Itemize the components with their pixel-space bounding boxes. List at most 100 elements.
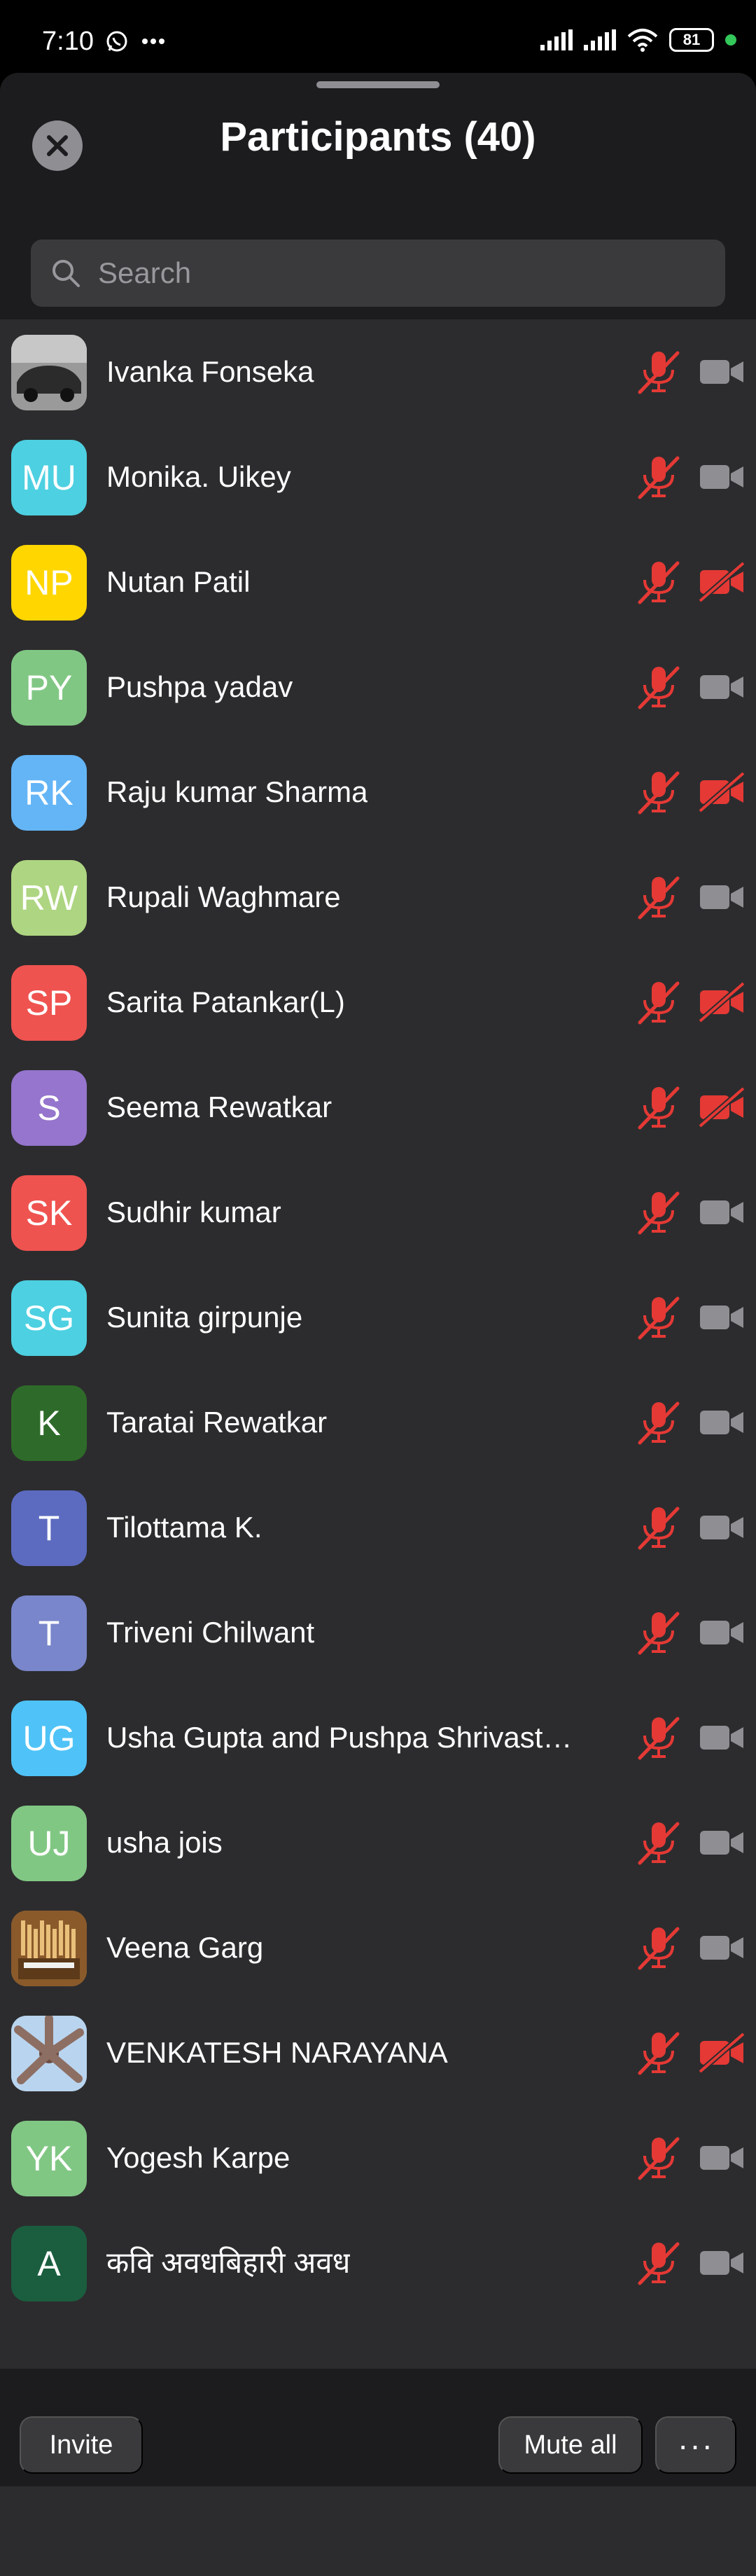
mic-muted-icon[interactable] <box>634 1188 683 1237</box>
search-bar[interactable] <box>31 240 725 307</box>
participant-name: Rupali Waghmare <box>106 880 341 913</box>
participant-row[interactable]: Ivanka Fonseka <box>0 319 756 424</box>
video-icon[interactable] <box>697 1506 746 1549</box>
avatar: PY <box>11 650 87 726</box>
video-icon[interactable] <box>697 2136 746 2180</box>
signal-icon-2 <box>584 29 616 50</box>
participant-name: usha jois <box>106 1826 223 1859</box>
mic-muted-icon[interactable] <box>634 1398 683 1447</box>
avatar: NP <box>11 545 87 621</box>
status-right-icons: 81 <box>540 28 736 52</box>
signal-icon <box>540 29 573 50</box>
video-icon[interactable] <box>697 1926 746 1969</box>
avatar: A <box>11 2226 87 2301</box>
status-bar: 7:10 81 <box>0 0 756 70</box>
mic-muted-icon[interactable] <box>634 663 683 712</box>
bottom-action-bar: Invite Mute all ··· <box>0 2369 756 2486</box>
more-options-button[interactable]: ··· <box>655 2416 736 2474</box>
video-off-icon[interactable] <box>697 981 746 1024</box>
participant-list[interactable]: HDhemant daveIvanka FonsekaMUMonika. Uik… <box>0 319 756 2369</box>
mic-muted-icon[interactable] <box>634 768 683 817</box>
participant-row[interactable]: UG Usha Gupta and Pushpa Shrivast… <box>0 1685 756 1790</box>
video-icon[interactable] <box>697 350 746 394</box>
bottom-strip <box>0 2486 756 2576</box>
privacy-indicator-dot <box>725 34 736 46</box>
mic-muted-icon[interactable] <box>634 1293 683 1342</box>
participant-name: Nutan Patil <box>106 565 251 598</box>
avatar: SP <box>11 965 87 1041</box>
mic-muted-icon[interactable] <box>634 1083 683 1132</box>
video-icon[interactable] <box>697 1821 746 1864</box>
video-icon[interactable] <box>697 455 746 499</box>
participant-name: Sunita girpunje <box>106 1301 303 1334</box>
avatar: MU <box>11 440 87 515</box>
video-icon[interactable] <box>697 875 746 919</box>
avatar: YK <box>11 2121 87 2196</box>
mic-muted-icon[interactable] <box>634 2133 683 2182</box>
video-icon[interactable] <box>697 1296 746 1339</box>
battery-indicator: 81 <box>669 28 714 52</box>
avatar: RK <box>11 755 87 831</box>
participant-row[interactable]: Veena Garg <box>0 1895 756 2000</box>
avatar <box>11 2016 87 2091</box>
wifi-icon <box>627 29 658 52</box>
participant-name: Tilottama K. <box>106 1511 262 1544</box>
invite-button[interactable]: Invite <box>20 2416 143 2474</box>
participant-row[interactable]: A कवि अवधबिहारी अवध <box>0 2210 756 2315</box>
video-off-icon[interactable] <box>697 2031 746 2075</box>
participant-row[interactable]: YK Yogesh Karpe <box>0 2105 756 2210</box>
mic-muted-icon[interactable] <box>634 452 683 501</box>
participant-row[interactable]: T Triveni Chilwant <box>0 1580 756 1685</box>
mic-muted-icon[interactable] <box>634 1818 683 1867</box>
video-icon[interactable] <box>697 1191 746 1234</box>
video-off-icon[interactable] <box>697 560 746 604</box>
sheet-grabber[interactable] <box>316 81 440 88</box>
avatar: RW <box>11 860 87 936</box>
mic-muted-icon[interactable] <box>634 1923 683 1972</box>
video-icon[interactable] <box>697 2241 746 2285</box>
mic-muted-icon[interactable] <box>634 1503 683 1552</box>
mic-muted-icon[interactable] <box>634 2028 683 2077</box>
participant-row[interactable]: SG Sunita girpunje <box>0 1265 756 1370</box>
video-off-icon[interactable] <box>697 1086 746 1129</box>
participant-row[interactable]: VENKATESH NARAYANA <box>0 2000 756 2105</box>
participant-row[interactable]: K Taratai Rewatkar <box>0 1370 756 1475</box>
participant-row[interactable]: MU Monika. Uikey <box>0 424 756 529</box>
avatar: T <box>11 1490 87 1566</box>
participant-name: Triveni Chilwant <box>106 1616 315 1649</box>
mic-muted-icon[interactable] <box>634 1608 683 1657</box>
video-off-icon[interactable] <box>697 770 746 814</box>
participant-row[interactable]: NP Nutan Patil <box>0 529 756 635</box>
participant-row[interactable]: S Seema Rewatkar <box>0 1055 756 1160</box>
participant-name: Seema Rewatkar <box>106 1090 332 1123</box>
page-title: Participants (40) <box>220 114 536 160</box>
participant-row[interactable]: UJ usha jois <box>0 1790 756 1895</box>
participant-name: Raju kumar Sharma <box>106 775 368 808</box>
participant-row[interactable]: T Tilottama K. <box>0 1475 756 1580</box>
avatar: SK <box>11 1175 87 1251</box>
participant-row[interactable]: RK Raju kumar Sharma <box>0 740 756 845</box>
participant-row[interactable]: PY Pushpa yadav <box>0 635 756 740</box>
mic-muted-icon[interactable] <box>634 978 683 1027</box>
video-icon[interactable] <box>697 1401 746 1444</box>
search-input[interactable] <box>98 256 725 290</box>
mic-muted-icon[interactable] <box>634 873 683 922</box>
mic-muted-icon[interactable] <box>634 1713 683 1762</box>
video-icon[interactable] <box>697 1611 746 1654</box>
mic-muted-icon[interactable] <box>634 2238 683 2287</box>
mic-muted-icon[interactable] <box>634 347 683 396</box>
avatar: K <box>11 1385 87 1461</box>
video-icon[interactable] <box>697 1716 746 1759</box>
participant-name: Taratai Rewatkar <box>106 1406 328 1439</box>
avatar: SG <box>11 1280 87 1356</box>
participant-row[interactable]: SK Sudhir kumar <box>0 1160 756 1265</box>
participant-name: Usha Gupta and Pushpa Shrivast… <box>106 1721 573 1754</box>
video-icon[interactable] <box>697 665 746 709</box>
search-icon <box>52 260 80 287</box>
mic-muted-icon[interactable] <box>634 558 683 607</box>
participant-list-inner: HDhemant daveIvanka FonsekaMUMonika. Uik… <box>0 319 756 2315</box>
mute-all-button[interactable]: Mute all <box>498 2416 643 2474</box>
participant-name: Sarita Patankar(L) <box>106 985 345 1018</box>
participant-row[interactable]: RW Rupali Waghmare <box>0 845 756 950</box>
participant-row[interactable]: SP Sarita Patankar(L) <box>0 950 756 1055</box>
